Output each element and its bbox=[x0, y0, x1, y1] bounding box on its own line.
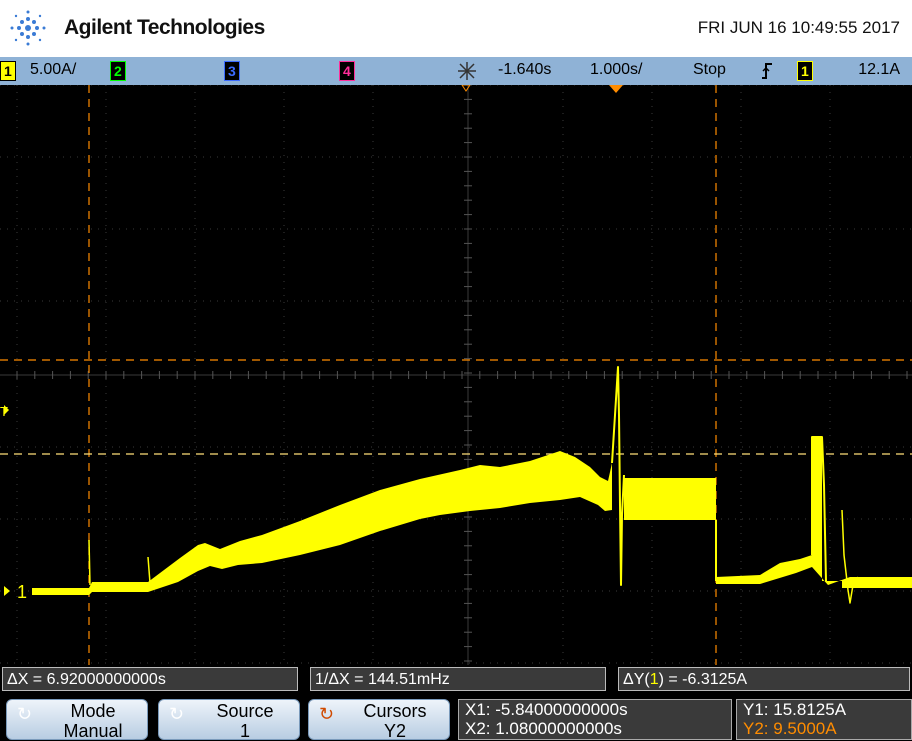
graticule: T 1 bbox=[0, 85, 912, 665]
mode-label: Mode bbox=[70, 701, 116, 721]
source-softkey[interactable]: ↻ Source 1 bbox=[158, 699, 300, 741]
date-time: FRI JUN 16 10:49:55 2017 bbox=[697, 18, 900, 37]
delta-y-readout: ΔY(1) = -6.3125A bbox=[618, 667, 910, 691]
ch3-indicator[interactable]: 3 bbox=[224, 61, 240, 81]
trigger-level-label: T bbox=[0, 404, 8, 419]
rotate-knob-icon: ↻ bbox=[169, 704, 185, 724]
ground-marker bbox=[4, 586, 10, 596]
cursors-softkey[interactable]: ↻ Cursors Y2 bbox=[308, 699, 450, 741]
softkey-area: ΔX = 6.92000000000s 1/ΔX = 144.51mHz ΔY(… bbox=[0, 665, 912, 741]
acquire-icon bbox=[458, 62, 476, 80]
delta-x-readout: ΔX = 6.92000000000s bbox=[2, 667, 298, 691]
rising-edge-icon bbox=[762, 63, 772, 79]
trigger-ch-badge: 1 bbox=[797, 61, 813, 81]
timebase: 1.000s/ bbox=[590, 61, 643, 78]
source-label: Source bbox=[216, 701, 274, 721]
trigger-position-marker bbox=[461, 85, 471, 92]
ch2-badge: 2 bbox=[110, 61, 126, 81]
waveform-display[interactable]: T 1 bbox=[0, 85, 912, 665]
inverse-delta-x-readout: 1/ΔX = 144.51mHz bbox=[310, 667, 606, 691]
trigger-time: -1.640s bbox=[498, 61, 552, 78]
ch1-ground-label: 1 bbox=[17, 582, 27, 602]
cursors-label: Cursors bbox=[363, 701, 427, 721]
ch4-badge: 4 bbox=[339, 61, 355, 81]
y-cursor-readouts: Y1: 15.8125A Y2: 9.5000A bbox=[736, 699, 912, 740]
run-state[interactable]: Stop bbox=[693, 61, 726, 79]
ch1-indicator[interactable]: 1 bbox=[0, 61, 16, 81]
y2-readout: Y2: 9.5000A bbox=[743, 719, 837, 738]
title-bar: Agilent Technologies FRI JUN 16 10:49:55… bbox=[0, 0, 912, 57]
delay-marker bbox=[609, 85, 623, 93]
status-bar: 1 5.00A/ 2 3 4 -1.640s 1.000s/ Stop 1 12… bbox=[0, 57, 912, 85]
x2-readout: X2: 1.08000000000s bbox=[465, 719, 622, 738]
mode-softkey[interactable]: ↻ Mode Manual bbox=[6, 699, 148, 741]
x1-readout: X1: -5.84000000000s bbox=[465, 700, 628, 719]
delta-y-prefix: ΔY( bbox=[623, 671, 650, 688]
rotate-knob-icon: ↻ bbox=[17, 704, 33, 724]
ch2-indicator[interactable]: 2 bbox=[110, 61, 126, 81]
cursors-value: Y2 bbox=[383, 721, 407, 741]
brand-name: Agilent Technologies bbox=[64, 16, 265, 39]
trigger-source[interactable]: 1 bbox=[797, 61, 813, 81]
x-cursor-readouts: X1: -5.84000000000s X2: 1.08000000000s bbox=[458, 699, 732, 740]
ch1-badge: 1 bbox=[0, 61, 16, 81]
ch3-badge: 3 bbox=[224, 61, 240, 81]
source-value: 1 bbox=[239, 721, 250, 741]
delta-y-value: ) = -6.3125A bbox=[658, 671, 748, 688]
cursor-knob-icon: ↻ bbox=[319, 704, 335, 724]
trigger-level: 12.1A bbox=[858, 61, 900, 78]
y1-readout: Y1: 15.8125A bbox=[743, 700, 847, 719]
ch1-scale: 5.00A/ bbox=[30, 61, 77, 78]
delta-y-channel: 1 bbox=[649, 671, 659, 688]
ch4-indicator[interactable]: 4 bbox=[339, 61, 355, 81]
mode-value: Manual bbox=[63, 721, 123, 741]
ch1-trace bbox=[32, 366, 912, 604]
agilent-logo-icon bbox=[10, 10, 46, 46]
